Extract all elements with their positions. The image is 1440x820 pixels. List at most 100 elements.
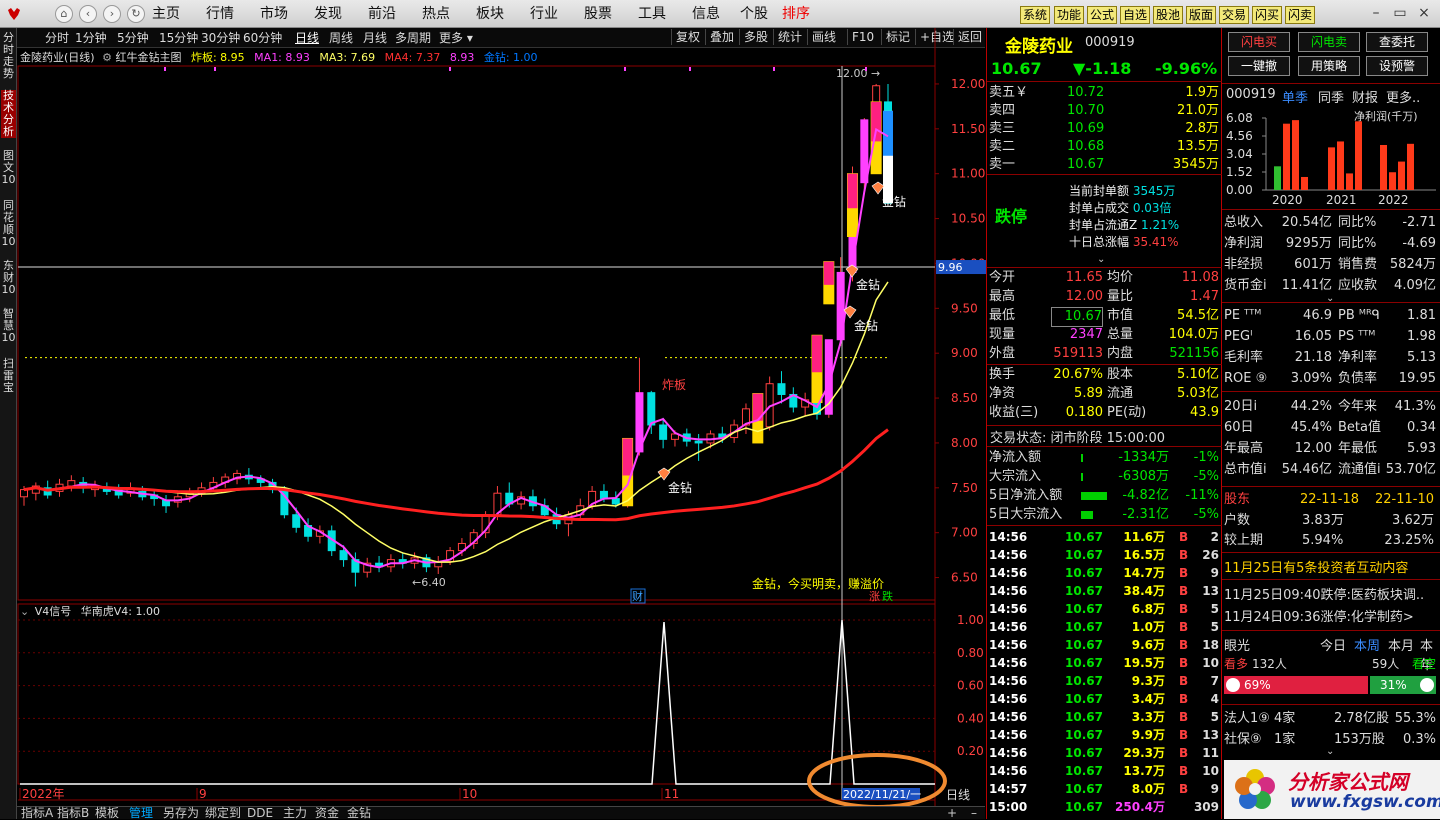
fin-frows2-l2-1: PS ᵀᵀᴹ <box>1338 329 1376 344</box>
news-item-1[interactable]: 11月24日09:36涨停:化学制药> <box>1224 606 1438 625</box>
ask-row-4: 卖一 10.67 3545万 <box>989 156 1221 174</box>
inst-l-0: 法人1⑨ <box>1224 711 1270 726</box>
toolbar-button-0[interactable]: 系统 <box>1020 6 1051 24</box>
fin-frows2-v2-2: 5.13 <box>1407 350 1436 365</box>
indicator-name[interactable]: 红牛金钻主图 <box>115 51 181 64</box>
zoom-out-button[interactable]: – <box>971 806 977 820</box>
fin-frows3-v2-0: 41.3% <box>1394 399 1436 414</box>
tick-price-15: 10.67 <box>1065 800 1103 814</box>
tick-n-2: 9 <box>1210 566 1219 580</box>
maximize-icon[interactable]: ▭ <box>1390 4 1410 24</box>
news-headline[interactable]: 11月25日有5条投资者互动内容 <box>1224 557 1408 576</box>
tick-time-14: 14:57 <box>989 782 1028 796</box>
eye-tab-1[interactable]: 本周 <box>1354 635 1380 654</box>
sentiment-bar: 69% 31% <box>1224 676 1436 694</box>
toolbar-button-2[interactable]: 公式 <box>1087 6 1118 24</box>
toolbar-button-8[interactable]: 闪卖 <box>1285 6 1316 24</box>
holders-l-0: 户数 <box>1224 513 1251 528</box>
eye-tab-2[interactable]: 本月 <box>1388 635 1414 654</box>
ind-ma4: MA4: 7.37 <box>384 51 441 64</box>
tick-row-3: 14:56 10.67 38.4万 B 13 <box>989 582 1221 600</box>
minimize-icon[interactable]: – <box>1366 4 1386 24</box>
kline-chart-area[interactable]: 12.0011.5011.0010.5010.009.509.008.508.0… <box>0 0 986 819</box>
tick-vol-13: 13.7万 <box>1123 764 1165 778</box>
jinzuan-label-3: 金钻 <box>882 194 906 209</box>
toolbar-button-5[interactable]: 版面 <box>1186 6 1217 24</box>
tick-n-4: 5 <box>1210 602 1219 616</box>
close-icon[interactable]: × <box>1414 4 1434 24</box>
toolbar-button-6[interactable]: 交易 <box>1219 6 1250 24</box>
holders-date1: 22-11-18 <box>1300 492 1360 507</box>
fin-frows2-row-3: ROE ⑨ 3.09% 负债率 19.95 <box>1224 368 1438 389</box>
fin-frows-row-0: 总收入 20.54亿 同比% -2.71 <box>1224 212 1438 233</box>
fin-frows3-l1-0: 20日i <box>1224 399 1258 414</box>
toolbar-button-1[interactable]: 功能 <box>1054 6 1085 24</box>
fin-button-3[interactable]: 一键撤 <box>1228 56 1290 76</box>
news-item-0[interactable]: 11月25日09:40跌停:医药板块调.. <box>1224 584 1438 603</box>
tick-row-6: 14:56 10.67 9.6万 B 18 <box>989 636 1221 654</box>
toolbar-button-3[interactable]: 自选 <box>1120 6 1151 24</box>
ask-price-1: 10.70 <box>1067 103 1105 118</box>
flow-label-1: 大宗流入 <box>989 469 1042 484</box>
tick-n-5: 5 <box>1210 620 1219 634</box>
fin-frows-l2-1: 同比% <box>1338 236 1377 251</box>
fin-bar-0-1 <box>1283 123 1290 190</box>
holders-row-0: 户数 3.83万 3.62万 <box>1224 510 1438 531</box>
fin-bar-2-2 <box>1398 161 1405 190</box>
fin-ytick-2: 3.04 <box>1226 147 1253 161</box>
toolbar-button-7[interactable]: 闪买 <box>1252 6 1283 24</box>
zoom-in-button[interactable]: + <box>947 806 957 820</box>
ask-label-4: 卖一 <box>989 157 1016 172</box>
tick-vol-0: 11.6万 <box>1123 530 1165 544</box>
fin-frows-l2-2: 销售费 <box>1338 257 1378 272</box>
bottom-tab-4[interactable]: 另存为 <box>163 806 199 820</box>
bottom-tab-8[interactable]: 资金 <box>315 806 339 820</box>
tick-time-0: 14:56 <box>989 530 1028 544</box>
fin-button-1[interactable]: 闪电卖 <box>1298 32 1360 52</box>
bottom-tab-9[interactable]: 金钻 <box>347 806 371 820</box>
toolbar-button-4[interactable]: 股池 <box>1153 6 1184 24</box>
fin-button-4[interactable]: 用策略 <box>1298 56 1360 76</box>
tick-n-15: 309 <box>1193 800 1219 814</box>
fin-frows-l2-3: 应收款 <box>1338 278 1378 293</box>
candle-body-27 <box>339 550 348 561</box>
tick-vol-14: 8.0万 <box>1131 782 1165 796</box>
fin-frows2-v2-3: 19.95 <box>1398 371 1436 386</box>
bottom-tab-6[interactable]: DDE <box>247 806 273 820</box>
bottom-tab-2[interactable]: 模板 <box>95 806 119 820</box>
tick-row-10: 14:56 10.67 3.3万 B 5 <box>989 708 1221 726</box>
tick-dir-12: B <box>1179 746 1189 760</box>
eye-tab-0[interactable]: 今日 <box>1320 635 1346 654</box>
ask-label-3: 卖二 <box>989 139 1016 154</box>
stat-row-2: 最低 10.67 市值 54.5亿 <box>989 307 1221 327</box>
fin-bar-2-1 <box>1389 172 1396 190</box>
tick-price-3: 10.67 <box>1065 584 1103 598</box>
fin-button-2[interactable]: 查委托 <box>1366 32 1428 52</box>
fin-button-5[interactable]: 设预警 <box>1366 56 1428 76</box>
settings-gear-icon[interactable]: ⚙ <box>102 51 112 64</box>
stat2-value1-2: 0.180 <box>1065 405 1103 420</box>
sub-indicator-title[interactable]: V4信号 <box>35 605 72 618</box>
fin-frows-v2-1: -4.69 <box>1402 236 1436 251</box>
stat2-value2-0: 5.10亿 <box>1177 367 1219 382</box>
fin-frows-l1-0: 总收入 <box>1224 215 1264 230</box>
holders-l-1: 较上期 <box>1224 533 1264 548</box>
collapse-arrow-icon[interactable]: ⌄ <box>1097 254 1105 265</box>
fin-button-0[interactable]: 闪电买 <box>1228 32 1290 52</box>
fin-frows2-l1-1: PEGᴵ <box>1224 329 1253 344</box>
bottom-tab-3[interactable]: 管理 <box>129 806 153 820</box>
fin-frows2-l1-3: ROE ⑨ <box>1224 371 1268 386</box>
bottom-tab-7[interactable]: 主力 <box>283 806 307 820</box>
bottom-tab-5[interactable]: 绑定到 <box>205 806 241 820</box>
tick-n-10: 5 <box>1210 710 1219 724</box>
bottom-tab-0[interactable]: 指标A <box>21 806 53 820</box>
sub-collapse-icon[interactable]: ⌄ <box>20 605 29 618</box>
die-tag: 跌 <box>882 589 893 603</box>
fin-frows2-row-2: 毛利率 21.18 净利率 5.13 <box>1224 347 1438 368</box>
tick-n-1: 26 <box>1202 548 1219 562</box>
sub-indicator-name: 华南虎V4: 1.00 <box>80 605 160 618</box>
fin-collapse-icon-2[interactable]: ⌄ <box>1326 746 1334 757</box>
bottom-tab-1[interactable]: 指标B <box>57 806 89 820</box>
tick-row-13: 14:56 10.67 13.7万 B 10 <box>989 762 1221 780</box>
fin-ytick-1: 4.56 <box>1226 129 1253 143</box>
